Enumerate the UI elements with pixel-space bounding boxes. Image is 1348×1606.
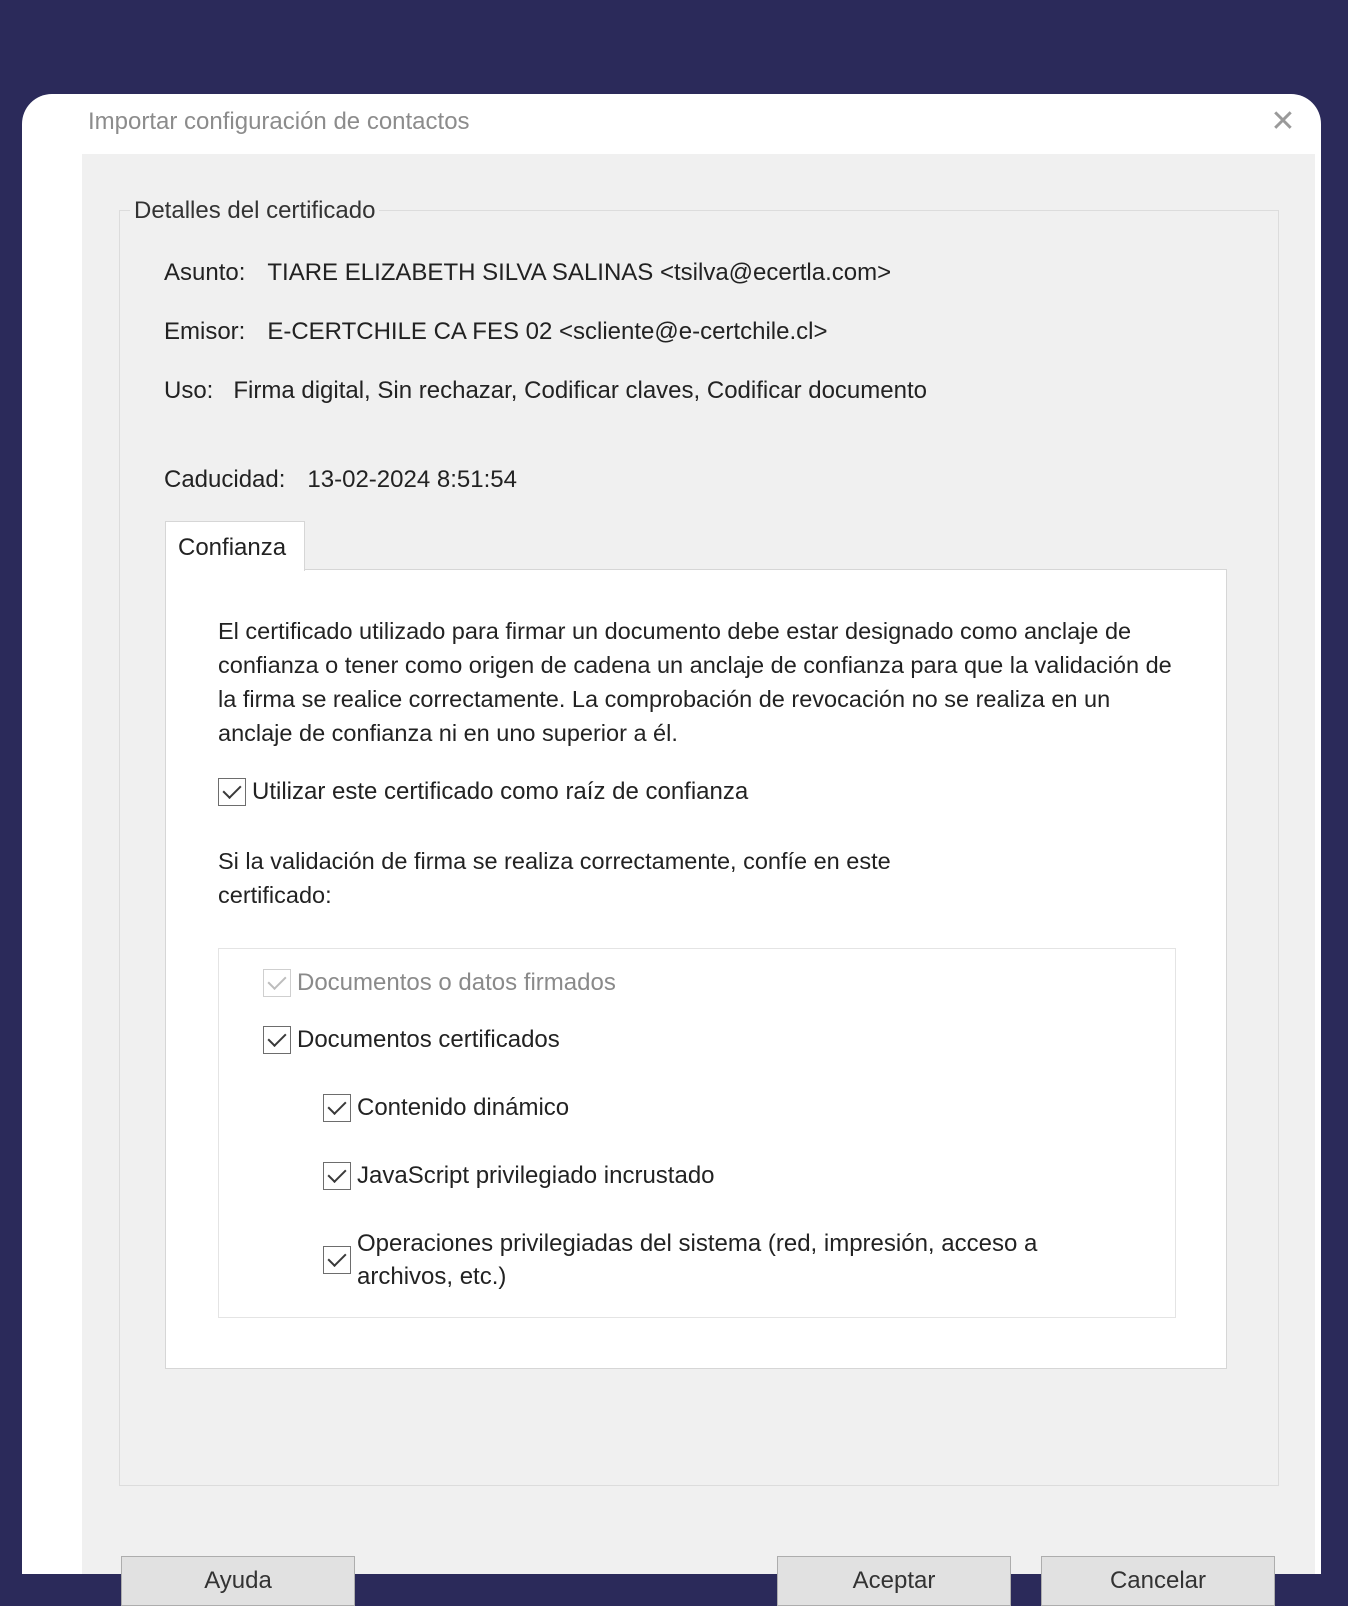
dynamic-content-checkbox[interactable] <box>323 1094 351 1122</box>
group-legend: Detalles del certificado <box>130 197 380 225</box>
privileged-system-ops-option[interactable]: Operaciones privilegiadas del sistema (r… <box>323 1227 1087 1293</box>
privileged-system-ops-checkbox[interactable] <box>323 1246 351 1274</box>
root-trust-label: Utilizar este certificado como raíz de c… <box>252 778 749 805</box>
certified-documents-label: Documentos certificados <box>297 1026 560 1053</box>
privileged-javascript-label: JavaScript privilegiado incrustado <box>357 1162 715 1189</box>
dialog-window: Importar configuración de contactos ✕ De… <box>22 94 1321 1606</box>
trust-panel: El certificado utilizado para firmar un … <box>165 569 1227 1369</box>
privileged-system-ops-label: Operaciones privilegiadas del sistema (r… <box>357 1230 1038 1290</box>
signed-documents-checkbox <box>263 969 291 997</box>
signed-documents-label: Documentos o datos firmados <box>297 969 616 996</box>
asunto-value: TIARE ELIZABETH SILVA SALINAS <tsilva@ec… <box>267 259 892 286</box>
root-trust-option[interactable]: Utilizar este certificado como raíz de c… <box>218 778 748 806</box>
trust-options-box: Documentos o datos firmados Documentos c… <box>218 948 1176 1318</box>
dynamic-content-label: Contenido dinámico <box>357 1094 570 1121</box>
help-button[interactable]: Ayuda <box>121 1556 355 1606</box>
dynamic-content-option[interactable]: Contenido dinámico <box>323 1094 569 1122</box>
uso-value: Firma digital, Sin rechazar, Codificar c… <box>233 377 927 404</box>
asunto-row: Asunto: TIARE ELIZABETH SILVA SALINAS <ts… <box>164 259 891 287</box>
emisor-label: Emisor: <box>164 318 246 345</box>
asunto-label: Asunto: <box>164 259 246 286</box>
cancel-button[interactable]: Cancelar <box>1041 1556 1275 1606</box>
caducidad-label: Caducidad: <box>164 466 286 493</box>
title-bar[interactable]: Importar configuración de contactos ✕ <box>22 94 1321 154</box>
emisor-row: Emisor: E-CERTCHILE CA FES 02 <scliente@e… <box>164 318 827 346</box>
privileged-javascript-checkbox[interactable] <box>323 1162 351 1190</box>
tab-confianza[interactable]: Confianza <box>165 521 305 571</box>
certified-documents-checkbox[interactable] <box>263 1026 291 1054</box>
certified-documents-option[interactable]: Documentos certificados <box>263 1026 560 1054</box>
ok-button[interactable]: Aceptar <box>777 1556 1011 1606</box>
signed-documents-option: Documentos o datos firmados <box>263 969 616 997</box>
dialog-body: Detalles del certificado Asunto: TIARE EL… <box>82 154 1315 1574</box>
close-icon[interactable]: ✕ <box>1265 104 1301 140</box>
uso-row: Uso: Firma digital, Sin rechazar, Codific… <box>164 377 927 405</box>
privileged-javascript-option[interactable]: JavaScript privilegiado incrustado <box>323 1162 715 1190</box>
caducidad-row: Caducidad: 13-02-2024 8:51:54 <box>164 466 517 494</box>
emisor-value: E-CERTCHILE CA FES 02 <scliente@e-certch… <box>267 318 828 345</box>
caducidad-value: 13-02-2024 8:51:54 <box>307 466 517 493</box>
dialog-title: Importar configuración de contactos <box>88 108 470 135</box>
trust-intro-text: Si la validación de firma se realiza cor… <box>218 848 891 908</box>
uso-label: Uso: <box>164 377 214 404</box>
trust-description: El certificado utilizado para firmar un … <box>218 618 1172 746</box>
root-trust-checkbox[interactable] <box>218 778 246 806</box>
certificate-details-group: Detalles del certificado Asunto: TIARE EL… <box>119 197 1279 1486</box>
